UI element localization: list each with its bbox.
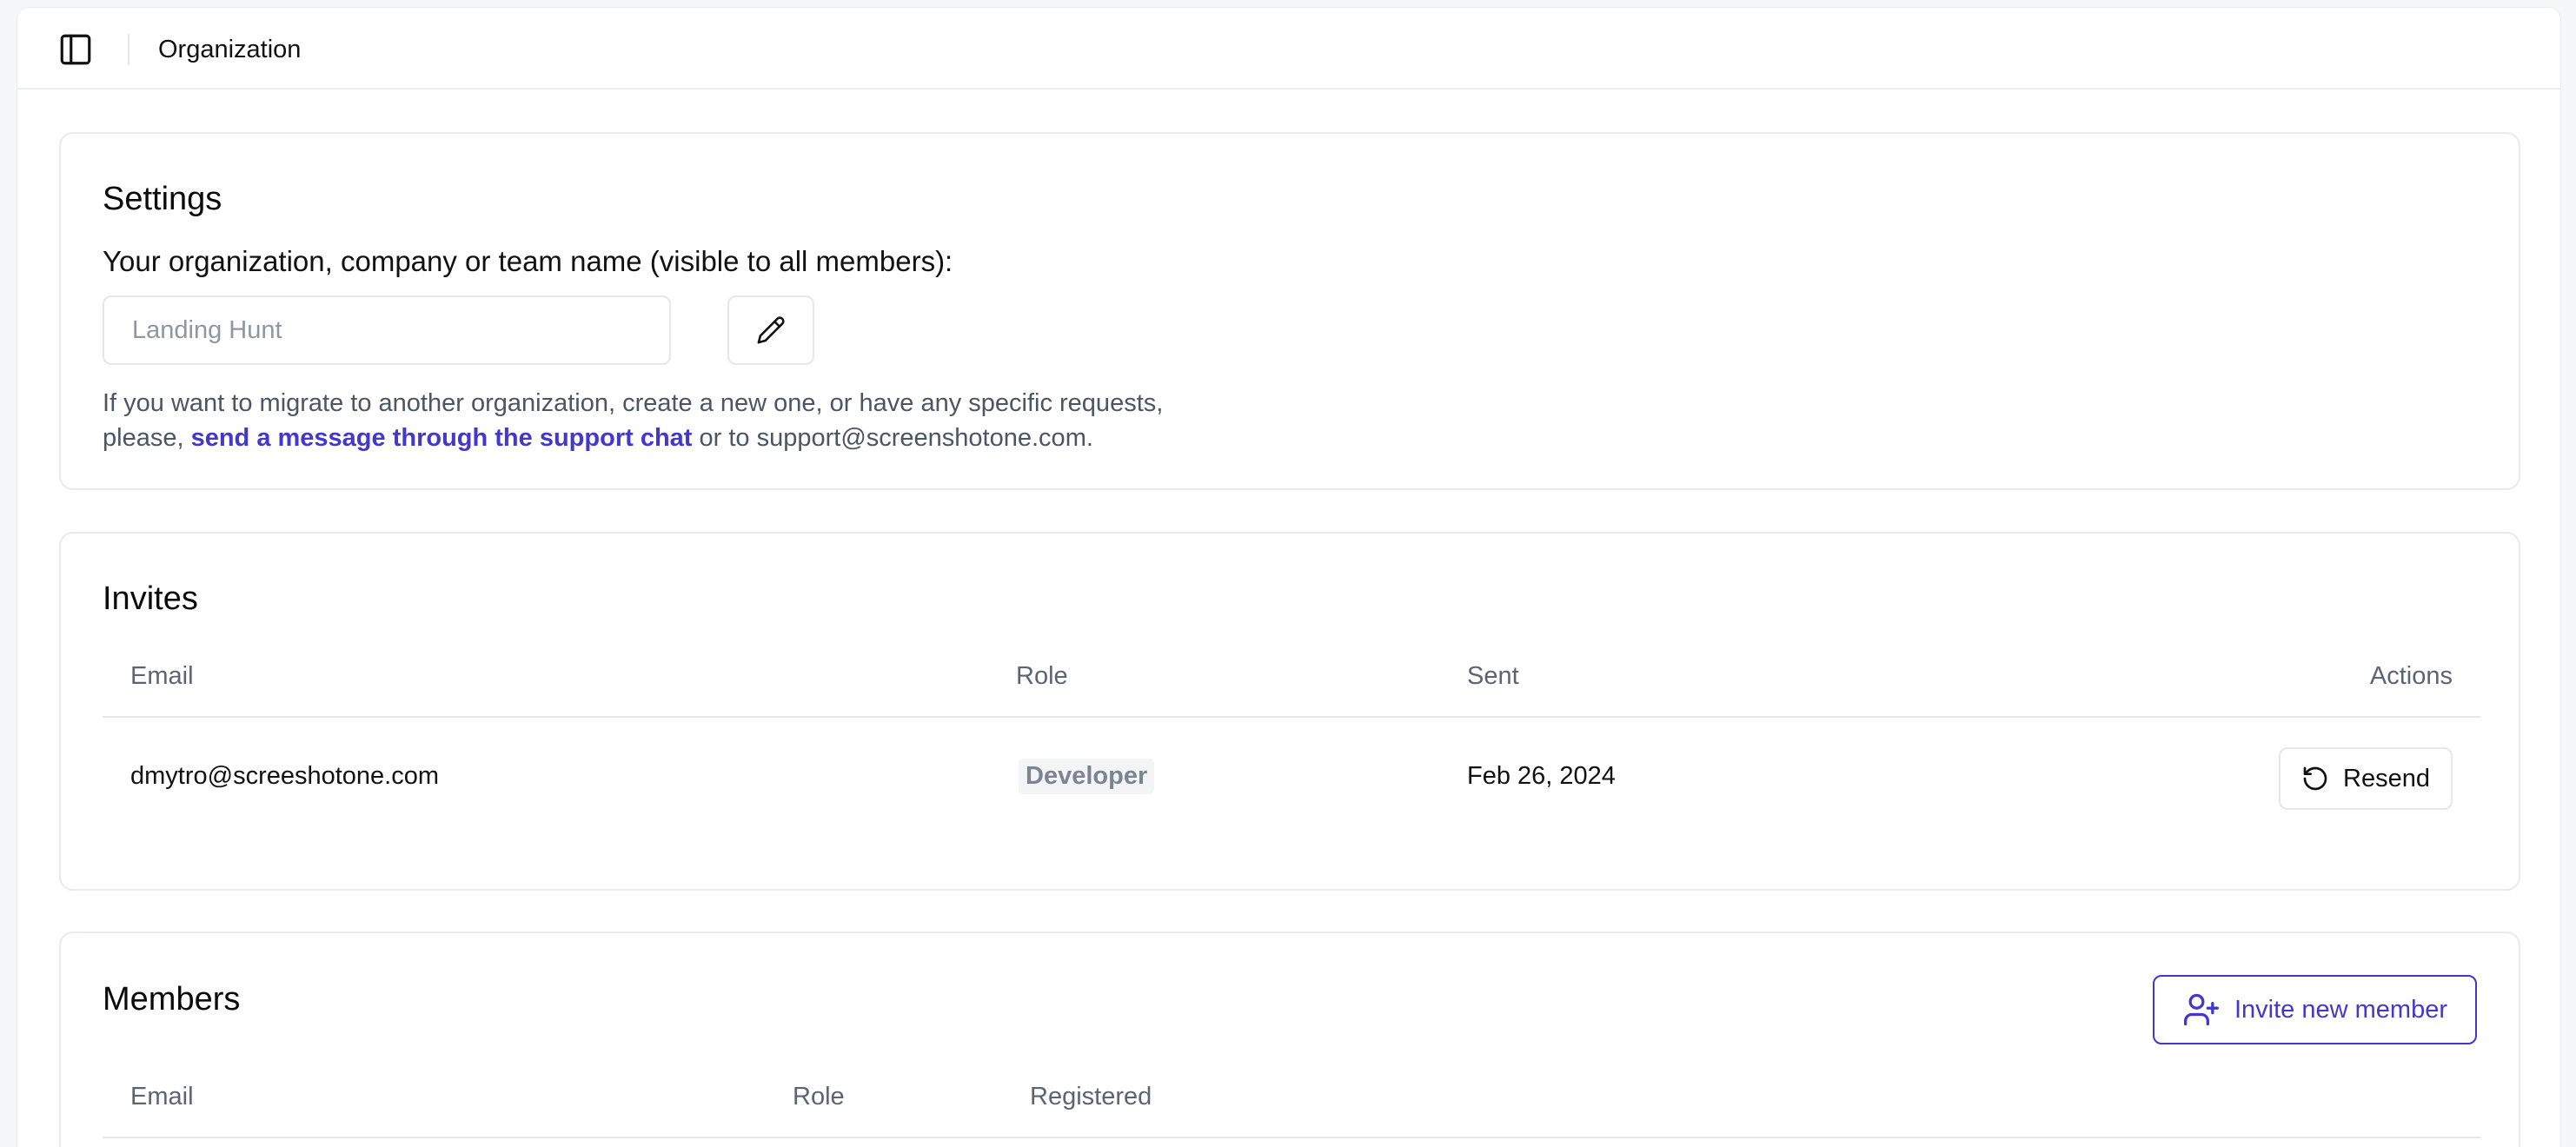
- settings-title: Settings: [103, 181, 222, 217]
- migration-help-text: If you want to migrate to another organi…: [103, 386, 1319, 455]
- top-header: Organization: [17, 8, 2560, 90]
- invites-column-sent: Sent: [1467, 662, 1519, 690]
- members-title: Members: [103, 981, 241, 1018]
- resend-label: Resend: [2343, 764, 2430, 792]
- header-divider: [128, 34, 129, 65]
- user-plus-icon: [2184, 993, 2219, 1026]
- members-column-registered: Registered: [1030, 1083, 1152, 1111]
- invites-column-role: Role: [1016, 662, 1068, 690]
- settings-card: Settings Your organization, company or t…: [59, 132, 2520, 490]
- invites-column-email: Email: [130, 662, 194, 690]
- organization-name-input[interactable]: [103, 295, 671, 365]
- edit-organization-name-button[interactable]: [727, 295, 814, 365]
- sidebar-toggle-button[interactable]: [56, 30, 96, 70]
- role-badge: Developer: [1019, 759, 1155, 794]
- invites-title: Invites: [103, 580, 198, 617]
- invites-table-header: Email Role Sent Actions: [103, 643, 2480, 718]
- app-window: Organization Settings Your organization,…: [17, 7, 2561, 1147]
- page-title: Organization: [158, 36, 302, 63]
- help-text-suffix: or to support@screenshotone.com.: [692, 424, 1093, 452]
- invites-column-actions: Actions: [2369, 662, 2453, 690]
- table-row: dmytro@screeshotone.com Developer Feb 26…: [103, 719, 2480, 832]
- organization-name-label: Your organization, company or team name …: [103, 245, 953, 277]
- invite-new-member-button[interactable]: Invite new member: [2153, 975, 2477, 1044]
- support-chat-link[interactable]: send a message through the support chat: [191, 424, 693, 452]
- pencil-icon: [757, 316, 785, 344]
- sidebar-toggle-icon: [60, 34, 91, 65]
- help-text-prefix: please,: [103, 424, 191, 452]
- invites-card: Invites Email Role Sent Actions dmytro@s…: [59, 532, 2520, 891]
- members-column-role: Role: [793, 1083, 845, 1111]
- resend-invite-button[interactable]: Resend: [2279, 747, 2453, 810]
- members-card: Members Invite new member Email Role Reg…: [59, 932, 2520, 1147]
- invite-sent-date: Feb 26, 2024: [1467, 762, 1616, 790]
- members-table-header: Email Role Registered: [103, 1064, 2480, 1138]
- invite-new-member-label: Invite new member: [2234, 995, 2447, 1024]
- invite-email: dmytro@screeshotone.com: [130, 762, 440, 790]
- help-text-line1: If you want to migrate to another organi…: [103, 389, 1164, 417]
- members-column-email: Email: [130, 1083, 194, 1111]
- rotate-ccw-icon: [2303, 766, 2327, 791]
